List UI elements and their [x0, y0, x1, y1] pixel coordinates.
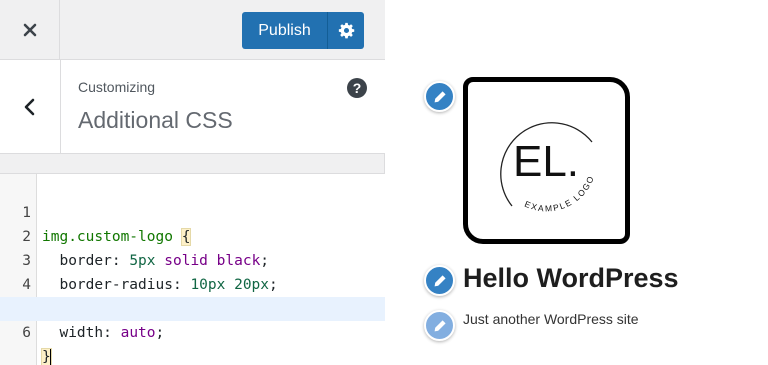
site-preview: EL. EXAMPLE LOGO Hello WordPress Just an… [386, 0, 768, 365]
text-cursor [49, 348, 51, 365]
customizing-label: Customizing [78, 79, 156, 95]
site-tagline: Just another WordPress site [463, 311, 639, 327]
close-icon [23, 23, 36, 37]
back-button[interactable] [0, 60, 61, 154]
site-title[interactable]: Hello WordPress [463, 263, 679, 294]
code-line-active[interactable]: 6 } [0, 297, 385, 365]
css-value-keyword: auto [120, 325, 156, 341]
gear-icon [338, 22, 354, 39]
custom-logo[interactable]: EL. EXAMPLE LOGO [463, 77, 630, 244]
css-code-editor[interactable]: 1 img.custom-logo { 2 border: 5px solid … [0, 173, 385, 365]
customizer-header: Publish [0, 0, 385, 60]
publish-controls: Publish [242, 12, 364, 49]
close-customizer-button[interactable] [0, 0, 60, 60]
section-header: Customizing Additional CSS ? [0, 60, 385, 154]
help-icon[interactable]: ? [347, 78, 367, 98]
customizer-sidebar: Publish Customizing Additional CSS ? 1 i… [0, 0, 385, 365]
logo-letters: EL. [513, 137, 579, 186]
code-line[interactable]: 1 img.custom-logo { [0, 177, 385, 246]
code-line[interactable]: 2 border: 5px solid black; [0, 201, 385, 269]
pencil-icon [434, 90, 446, 102]
edit-logo-shortcut[interactable] [424, 81, 455, 112]
code-line[interactable]: 5 width: auto; [0, 273, 385, 341]
pencil-icon [434, 319, 446, 331]
chevron-left-icon [24, 98, 35, 116]
publish-button[interactable]: Publish [242, 12, 328, 49]
line-number: 6 [22, 325, 31, 341]
edit-tagline-shortcut[interactable] [424, 310, 455, 341]
code-line[interactable]: 3 border-radius: 10px 20px; [0, 225, 385, 293]
section-title: Additional CSS [78, 107, 233, 133]
edit-site-title-shortcut[interactable] [424, 265, 455, 296]
pencil-icon [434, 274, 446, 286]
publish-settings-button[interactable] [328, 12, 364, 49]
code-line[interactable]: 4 height: 130px; [0, 249, 385, 317]
example-logo-image: EL. EXAMPLE LOGO [500, 122, 595, 214]
